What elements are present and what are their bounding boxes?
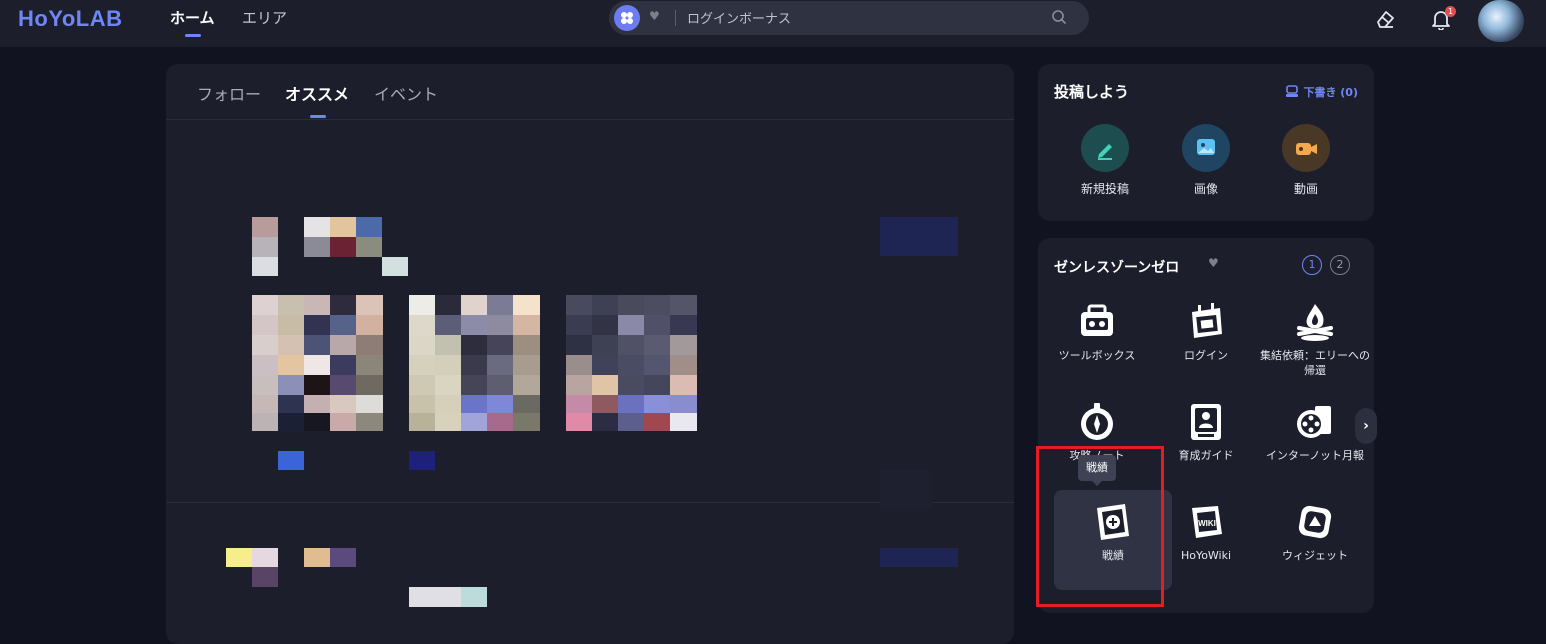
- tool-training-guide[interactable]: 育成ガイド: [1151, 400, 1261, 463]
- image-post-label: 画像: [1193, 182, 1218, 196]
- campfire-icon: [1297, 304, 1333, 341]
- tool-inter-knot-monthly-label: インターノット月報: [1265, 449, 1365, 462]
- eraser-icon[interactable]: [1374, 8, 1396, 30]
- nav-home[interactable]: ホーム: [170, 7, 215, 28]
- notification-badge: 1: [1445, 6, 1456, 17]
- hoyolab-logo[interactable]: HoYoLAB: [18, 6, 123, 32]
- create-post-panel: 投稿しよう 下書き (0) 新規投稿 画像 動画: [1038, 64, 1374, 221]
- login-calendar-icon: [1192, 303, 1222, 338]
- feed-divider: [166, 119, 1014, 120]
- drafts-link[interactable]: 下書き (0): [1285, 84, 1358, 100]
- tool-toolbox[interactable]: ツールボックス: [1042, 300, 1152, 363]
- tool-hoyowiki-label: HoYoWiki: [1180, 549, 1232, 562]
- tab-recommended-underline: [310, 115, 326, 118]
- toolbox-icon: [1081, 304, 1113, 336]
- page-indicator-2[interactable]: 2: [1330, 255, 1350, 275]
- grid-icon[interactable]: [614, 5, 640, 31]
- film-reel-icon: [1297, 406, 1331, 438]
- video-post-button[interactable]: 動画: [1266, 124, 1346, 197]
- tool-gathering-request-label: 集結依頼：エリーへの帰還: [1260, 349, 1370, 377]
- top-bar: HoYoLAB ホーム エリア ♥ 1: [0, 0, 1546, 47]
- search-input[interactable]: [685, 7, 1029, 31]
- nav-area[interactable]: エリア: [242, 7, 287, 28]
- pen-icon: [1081, 124, 1129, 172]
- new-post-label: 新規投稿: [1080, 182, 1129, 196]
- next-page-arrow[interactable]: ›: [1355, 408, 1377, 444]
- tab-event[interactable]: イベント: [374, 81, 438, 105]
- tool-widget[interactable]: ウィジェット: [1260, 500, 1370, 563]
- guide-icon: [1191, 404, 1221, 440]
- feed-panel: フォロー オススメ イベント: [166, 64, 1014, 644]
- highlight-box: [1036, 446, 1164, 607]
- search-divider: [675, 10, 676, 26]
- page-indicator-1[interactable]: 1: [1302, 255, 1322, 275]
- wiki-icon: WIKI: [1192, 506, 1222, 538]
- tool-toolbox-label: ツールボックス: [1058, 349, 1136, 362]
- tab-recommended[interactable]: オススメ: [285, 81, 349, 105]
- tool-gathering-request[interactable]: 集結依頼：エリーへの帰還: [1260, 300, 1370, 378]
- post-panel-title: 投稿しよう: [1054, 83, 1130, 101]
- tool-login[interactable]: ログイン: [1151, 300, 1261, 363]
- heart-icon[interactable]: ♥: [649, 9, 660, 23]
- tab-follow[interactable]: フォロー: [197, 81, 261, 105]
- tool-widget-label: ウィジェット: [1282, 549, 1348, 562]
- tool-login-label: ログイン: [1184, 349, 1228, 362]
- drafts-icon: [1286, 85, 1299, 97]
- heart-icon[interactable]: ♥: [1208, 256, 1219, 270]
- tool-hoyowiki[interactable]: WIKI HoYoWiki: [1151, 500, 1261, 563]
- tool-training-guide-label: 育成ガイド: [1178, 449, 1234, 462]
- video-post-label: 動画: [1293, 182, 1318, 196]
- video-icon: [1282, 124, 1330, 172]
- image-post-button[interactable]: 画像: [1166, 124, 1246, 197]
- svg-text:WIKI: WIKI: [1198, 519, 1216, 528]
- image-icon: [1182, 124, 1230, 172]
- tool-inter-knot-monthly[interactable]: インターノット月報: [1260, 400, 1370, 463]
- search-icon[interactable]: [1051, 9, 1067, 25]
- search-bar: ♥: [609, 1, 1089, 35]
- new-post-button[interactable]: 新規投稿: [1065, 124, 1145, 197]
- widget-icon: [1298, 505, 1332, 539]
- nav-home-underline: [185, 34, 201, 37]
- avatar[interactable]: [1478, 0, 1524, 42]
- game-title[interactable]: ゼンレスゾーンゼロ: [1054, 257, 1179, 277]
- drafts-label: 下書き (0): [1303, 86, 1358, 99]
- compass-icon: [1081, 403, 1113, 440]
